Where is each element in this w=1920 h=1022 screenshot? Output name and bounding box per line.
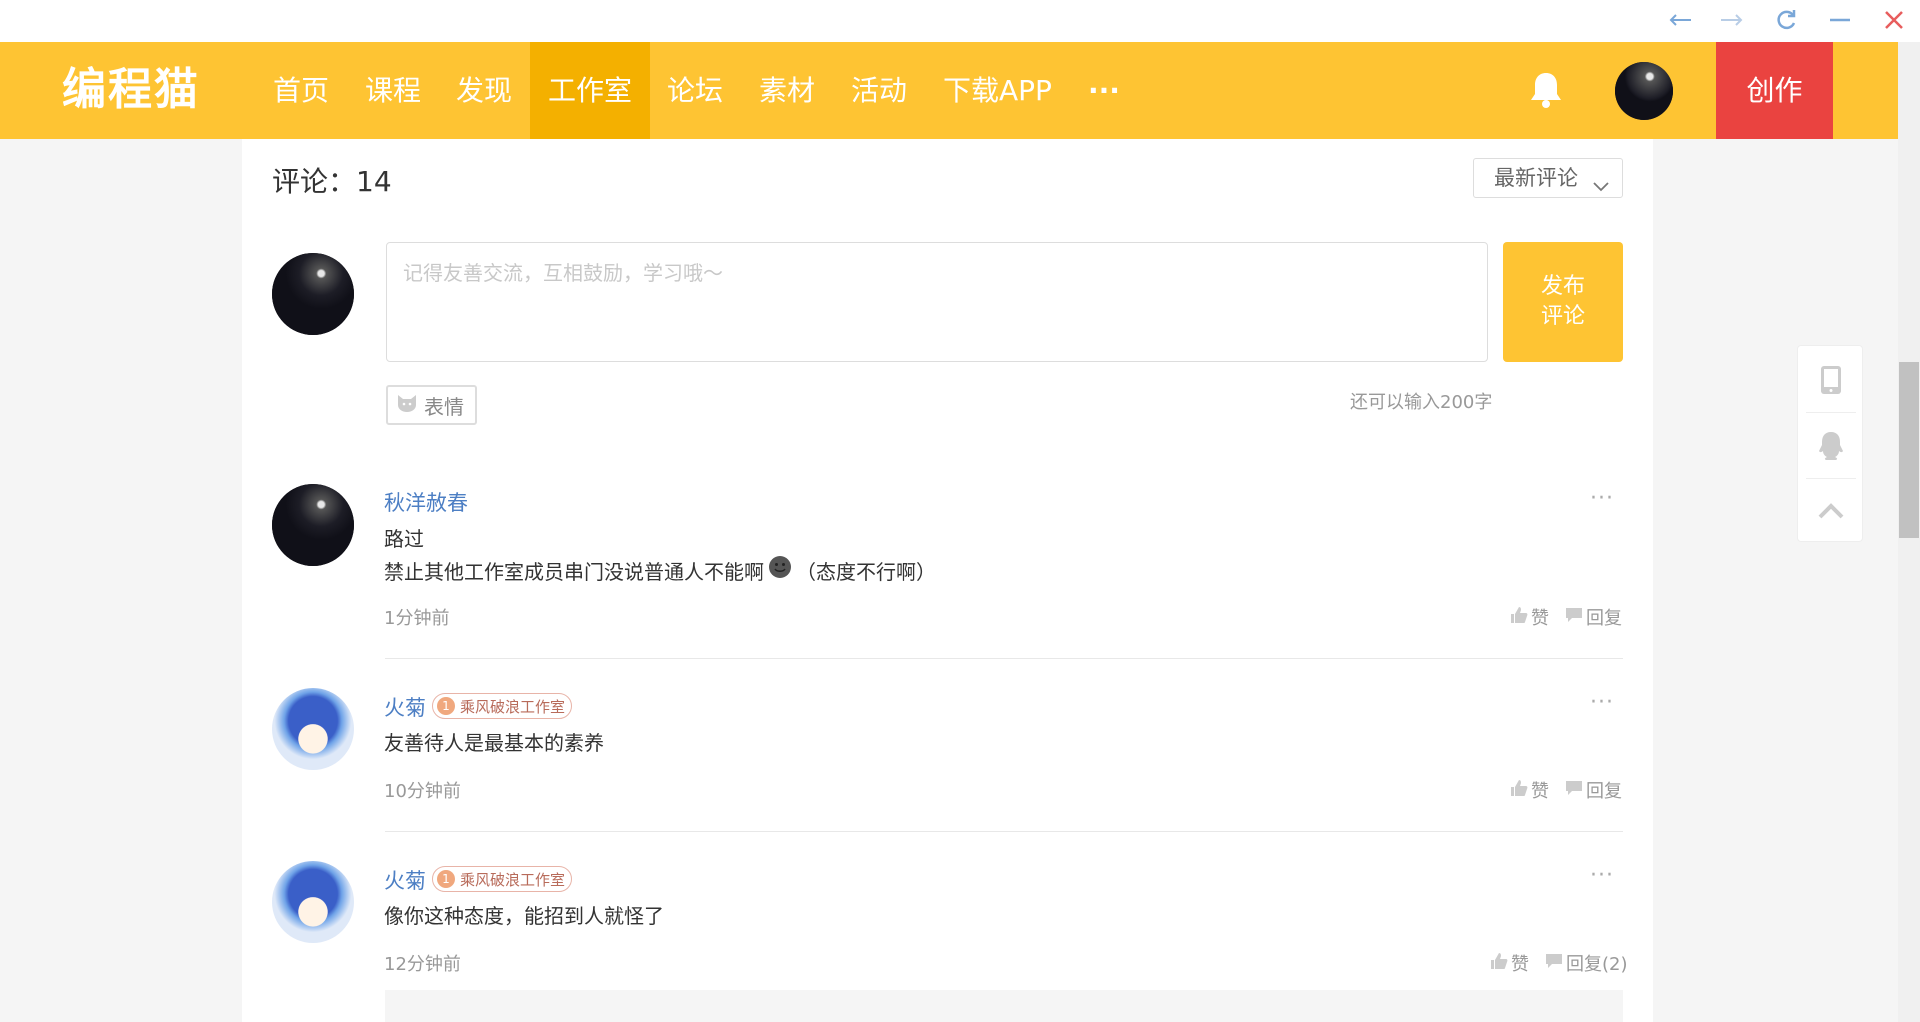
nav-item-forum[interactable]: 论坛 [649,42,741,139]
emoji-button-label: 表情 [424,394,464,419]
reply-button[interactable]: 回复 [1565,777,1622,803]
comment-more-button[interactable]: ··· [1590,863,1614,888]
minimize-icon[interactable] [1824,6,1856,34]
smiley-icon [768,555,792,588]
reply-label: 回复(2) [1566,954,1628,975]
nav-item-home[interactable]: 首页 [255,42,347,139]
comments-count-title: 评论：14 [272,165,392,198]
window-titlebar [0,0,1920,42]
comment-more-button[interactable]: ··· [1590,690,1614,715]
char-count-hint: 还可以输入200字 [1350,392,1493,413]
reply-label: 回复 [1586,608,1622,629]
comment-timestamp: 10分钟前 [384,781,461,802]
comment-text-line1: 像你这种态度，能招到人就怪了 [384,904,664,928]
badge-level: 1 [437,697,455,715]
badge-level: 1 [437,870,455,888]
speech-bubble-icon [1565,780,1583,801]
nav-item-events[interactable]: 活动 [833,42,925,139]
comment-author[interactable]: 火菊 [384,865,426,895]
cat-face-icon [396,393,418,418]
speech-bubble-icon [1565,607,1583,628]
like-button[interactable]: 赞 [1510,777,1549,803]
bell-icon[interactable] [1528,70,1564,110]
forward-icon[interactable] [1716,6,1748,34]
side-toolbar-divider [1806,412,1856,413]
studio-badge[interactable]: 1 乘风破浪工作室 [432,693,573,719]
qq-icon[interactable] [1798,414,1864,478]
comment-text-line1: 路过 [384,527,424,551]
comment-text-line2: 禁止其他工作室成员串门没说普通人不能啊 （态度不行啊） [384,555,936,588]
reply-button[interactable]: 回复(2) [1545,950,1628,976]
publish-label-line1: 发布 [1540,274,1585,299]
sort-dropdown[interactable]: 最新评论 [1473,158,1623,198]
publish-label-line2: 评论 [1540,304,1585,329]
publish-comment-button[interactable]: 发布 评论 [1503,242,1623,362]
nav-item-materials[interactable]: 素材 [741,42,833,139]
nav-item-discover[interactable]: 发现 [438,42,530,139]
comment-author[interactable]: 火菊 [384,692,426,722]
comment-divider [385,831,1623,832]
close-icon[interactable] [1878,6,1910,34]
nav-item-courses[interactable]: 课程 [347,42,439,139]
badge-studio-name: 乘风破浪工作室 [460,697,566,716]
side-toolbar [1797,345,1863,542]
comment-avatar[interactable] [272,688,354,770]
like-label: 赞 [1531,608,1549,629]
nested-replies-box [385,990,1623,1022]
comment-text-main: 禁止其他工作室成员串门没说普通人不能啊 [384,559,764,584]
badge-studio-name: 乘风破浪工作室 [460,870,566,889]
nav-item-studio[interactable]: 工作室 [530,42,651,139]
comment-text-suffix: （态度不行啊） [796,559,936,584]
tablet-icon[interactable] [1798,348,1864,412]
studio-badge[interactable]: 1 乘风破浪工作室 [432,866,573,892]
emoji-button[interactable]: 表情 [386,385,477,425]
comment-input[interactable] [386,242,1488,362]
comment-divider [385,658,1623,659]
site-logo[interactable]: 编程猫 [62,68,200,112]
reply-label: 回复 [1586,781,1622,802]
comment-author[interactable]: 秋洋赦春 [384,487,468,517]
user-avatar[interactable] [1615,62,1673,120]
comment-text-line1: 友善待人是最基本的素养 [384,731,604,755]
comment-avatar[interactable] [272,484,354,566]
top-nav: 编程猫 首页 课程 发现 工作室 论坛 素材 活动 下载APP ··· 创作 [0,42,1898,139]
reply-button[interactable]: 回复 [1565,604,1622,630]
comment-timestamp: 12分钟前 [384,954,461,975]
sort-dropdown-label: 最新评论 [1494,166,1578,190]
create-button[interactable]: 创作 [1716,42,1833,139]
back-icon[interactable] [1664,6,1696,34]
composer-avatar [272,253,354,335]
thumbs-up-icon [1510,606,1528,629]
like-button[interactable]: 赞 [1510,604,1549,630]
like-label: 赞 [1531,781,1549,802]
scrollbar-thumb[interactable] [1899,362,1919,538]
thumbs-up-icon [1510,779,1528,802]
speech-bubble-icon [1545,953,1563,974]
back-to-top-icon[interactable] [1798,479,1864,543]
comment-avatar[interactable] [272,861,354,943]
comment-timestamp: 1分钟前 [384,608,450,629]
nav-more-button[interactable]: ··· [1070,42,1138,139]
nav-item-download-app[interactable]: 下载APP [925,42,1070,139]
refresh-icon[interactable] [1770,6,1802,34]
like-label: 赞 [1511,954,1529,975]
thumbs-up-icon [1490,952,1508,975]
chevron-down-icon [1592,169,1610,207]
comment-more-button[interactable]: ··· [1590,486,1614,511]
like-button[interactable]: 赞 [1490,950,1529,976]
